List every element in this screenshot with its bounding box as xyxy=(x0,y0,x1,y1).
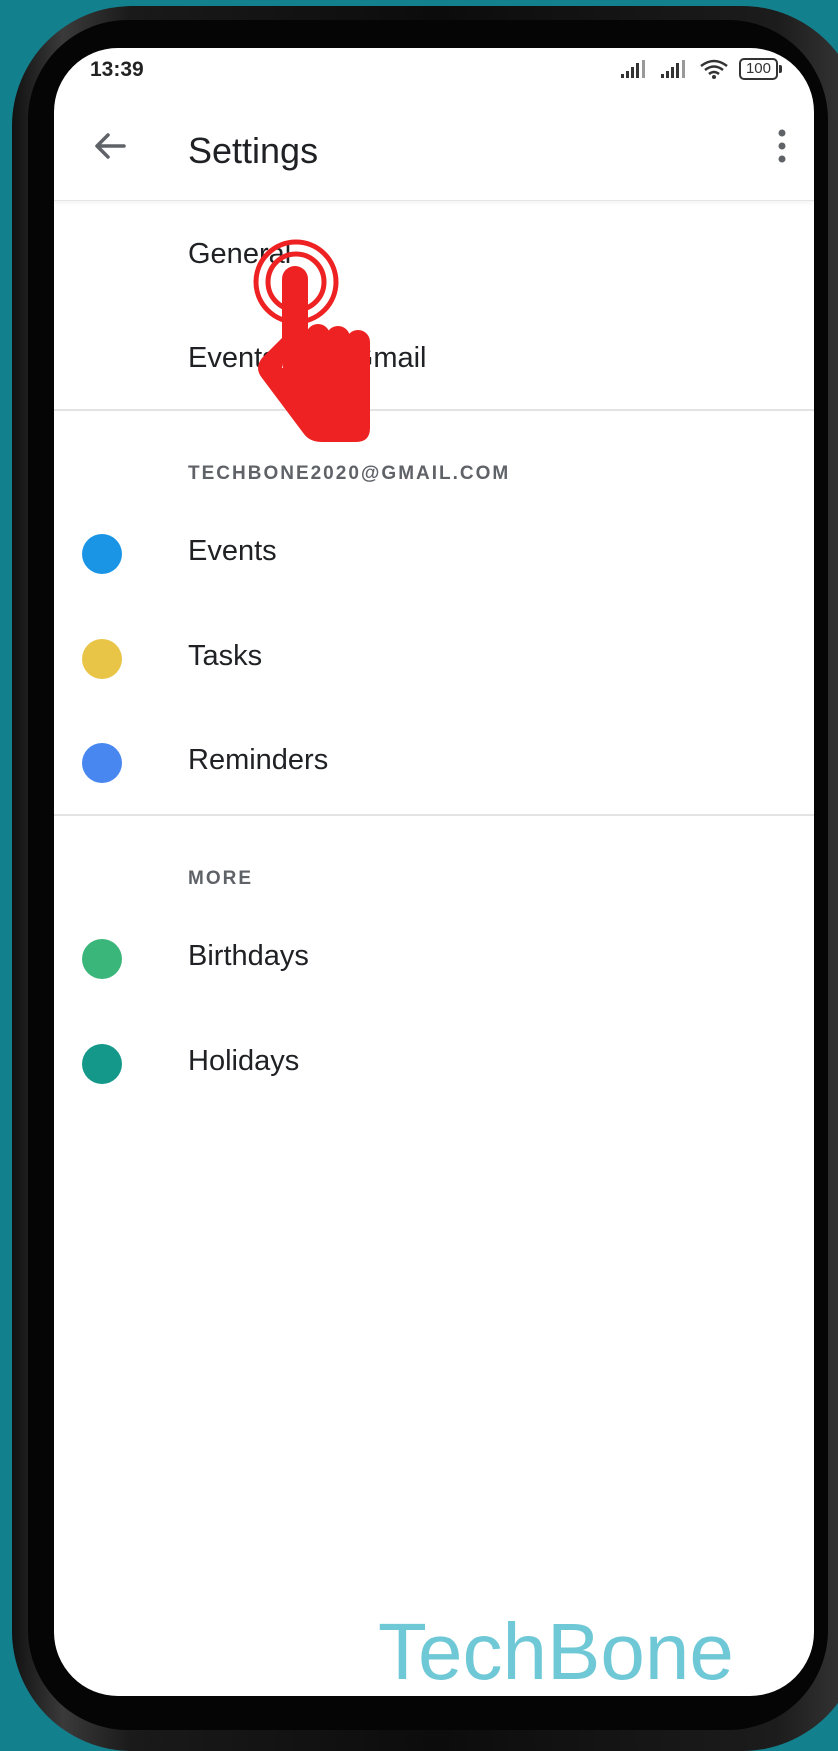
status-icons: 100 xyxy=(619,58,783,80)
battery-icon: 100 xyxy=(738,58,783,80)
divider xyxy=(54,409,814,411)
page-title: Settings xyxy=(188,130,319,171)
tap-hand-icon xyxy=(253,239,370,442)
events-color-dot xyxy=(82,534,122,574)
signal-icon-2 xyxy=(660,60,685,78)
calendar-item-events[interactable]: Events xyxy=(188,535,277,568)
more-options-icon[interactable] xyxy=(772,126,792,166)
more-section-header: MORE xyxy=(188,868,253,889)
calendar-item-tasks[interactable]: Tasks xyxy=(188,640,262,673)
phone-screen: 13:39 100 Settings General Events Gmail … xyxy=(54,48,814,1696)
watermark-logo: TechBone xyxy=(378,1607,734,1696)
status-time: 13:39 xyxy=(90,58,144,81)
reminders-color-dot xyxy=(82,743,122,783)
birthdays-color-dot xyxy=(82,939,122,979)
divider xyxy=(54,814,814,816)
status-bar: 13:39 100 xyxy=(54,48,814,94)
signal-icon xyxy=(620,60,645,78)
tasks-color-dot xyxy=(82,639,122,679)
wifi-icon xyxy=(700,59,728,79)
back-arrow-icon[interactable] xyxy=(90,126,130,166)
calendar-item-reminders[interactable]: Reminders xyxy=(188,744,328,777)
app-bar: Settings xyxy=(54,94,814,201)
calendar-item-birthdays[interactable]: Birthdays xyxy=(188,940,309,973)
calendar-item-holidays[interactable]: Holidays xyxy=(188,1045,299,1078)
holidays-color-dot xyxy=(82,1044,122,1084)
account-email-header: TECHBONE2020@GMAIL.COM xyxy=(188,463,511,484)
